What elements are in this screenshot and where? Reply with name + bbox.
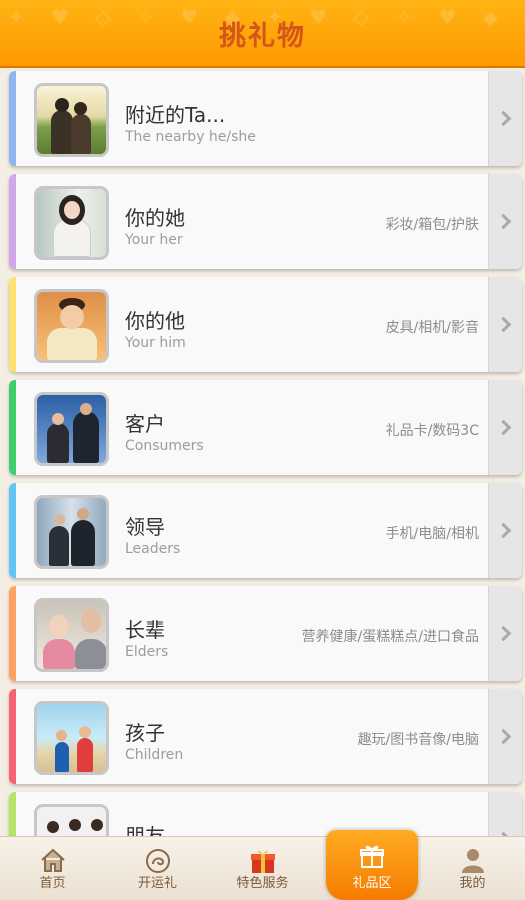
nav-special[interactable]: 特色服务 <box>210 837 315 900</box>
gift-icon <box>360 845 384 868</box>
row-arrow-button[interactable] <box>488 71 522 166</box>
nearby-thumbnail <box>34 83 109 157</box>
list-item[interactable]: 领导 Leaders 手机/电脑/相机 <box>0 482 525 585</box>
category-tags: 趣玩/图书音像/电脑 <box>357 732 479 748</box>
row-arrow-button[interactable] <box>488 174 522 269</box>
accent-bar <box>9 71 16 166</box>
nav-fortune[interactable]: 开运礼 <box>105 837 210 900</box>
category-subtitle: Your her <box>125 232 183 248</box>
category-subtitle: Consumers <box>125 438 204 454</box>
category-title: 孩子 <box>125 721 165 745</box>
chevron-right-icon <box>495 316 512 333</box>
category-list: 附近的Ta... The nearby he/she 你的她 Your her … <box>0 70 525 894</box>
him-thumbnail <box>34 289 109 363</box>
children-thumbnail <box>34 701 109 775</box>
chevron-right-icon <box>495 213 512 230</box>
category-subtitle: Your him <box>125 335 186 351</box>
nav-gift-label: 礼品区 <box>352 876 392 891</box>
chevron-right-icon <box>495 110 512 127</box>
category-card-consumers[interactable]: 客户 Consumers 礼品卡/数码3C <box>9 380 522 475</box>
fortune-icon <box>145 849 170 873</box>
list-item[interactable]: 你的他 Your him 皮具/相机/影音 <box>0 276 525 379</box>
nav-home-label: 首页 <box>39 876 66 891</box>
category-title: 你的他 <box>125 309 185 333</box>
nav-home[interactable]: 首页 <box>0 837 105 900</box>
accent-bar <box>9 689 16 784</box>
consumers-thumbnail <box>34 392 109 466</box>
nav-gift-zone[interactable]: 礼品区 <box>326 830 418 900</box>
category-title: 客户 <box>125 412 165 436</box>
row-arrow-button[interactable] <box>488 586 522 681</box>
category-title: 长辈 <box>125 618 165 642</box>
category-card-leaders[interactable]: 领导 Leaders 手机/电脑/相机 <box>9 483 522 578</box>
category-subtitle: Leaders <box>125 541 181 557</box>
list-item[interactable]: 孩子 Children 趣玩/图书音像/电脑 <box>0 688 525 791</box>
row-arrow-button[interactable] <box>488 277 522 372</box>
category-subtitle: Children <box>125 747 184 763</box>
elders-thumbnail <box>34 598 109 672</box>
row-arrow-button[interactable] <box>488 483 522 578</box>
category-subtitle: Elders <box>125 644 169 660</box>
category-card-children[interactable]: 孩子 Children 趣玩/图书音像/电脑 <box>9 689 522 784</box>
accent-bar <box>9 483 16 578</box>
page-title: 挑礼物 <box>219 20 306 52</box>
category-tags: 皮具/相机/影音 <box>385 320 479 336</box>
accent-bar <box>9 174 16 269</box>
list-item[interactable]: 你的她 Your her 彩妆/箱包/护肤 <box>0 173 525 276</box>
accent-bar <box>9 277 16 372</box>
accent-bar <box>9 380 16 475</box>
gift-box-icon <box>250 850 275 873</box>
category-card-her[interactable]: 你的她 Your her 彩妆/箱包/护肤 <box>9 174 522 269</box>
category-title: 领导 <box>125 515 165 539</box>
category-title: 附近的Ta... <box>125 103 226 127</box>
category-tags: 手机/电脑/相机 <box>385 526 479 542</box>
category-tags: 彩妆/箱包/护肤 <box>385 217 479 233</box>
person-icon <box>461 849 484 873</box>
chevron-right-icon <box>495 728 512 745</box>
category-tags: 礼品卡/数码3C <box>385 423 479 439</box>
bottom-nav: 首页 开运礼 特色服务 我的 礼品区 <box>0 830 525 900</box>
category-card-elders[interactable]: 长辈 Elders 营养健康/蛋糕糕点/进口食品 <box>9 586 522 681</box>
house-icon <box>40 848 65 872</box>
list-item[interactable]: 附近的Ta... The nearby he/she <box>0 70 525 173</box>
row-arrow-button[interactable] <box>488 380 522 475</box>
category-subtitle: The nearby he/she <box>125 129 256 145</box>
her-thumbnail <box>34 186 109 260</box>
header-bar: ✦ ♥ ◇ ✧ ♥ ◆ ✦ ♥ ◇ ✧ ♥ ◆ ✦ ♥ ◇ 挑礼物 <box>0 0 525 68</box>
category-title: 你的她 <box>125 206 185 230</box>
chevron-right-icon <box>495 625 512 642</box>
accent-bar <box>9 586 16 681</box>
nav-mine[interactable]: 我的 <box>420 837 525 900</box>
list-item[interactable]: 长辈 Elders 营养健康/蛋糕糕点/进口食品 <box>0 585 525 688</box>
category-tags: 营养健康/蛋糕糕点/进口食品 <box>301 629 479 645</box>
app-root: ✦ ♥ ◇ ✧ ♥ ◆ ✦ ♥ ◇ ✧ ♥ ◆ ✦ ♥ ◇ 挑礼物 附近的Ta.… <box>0 0 525 900</box>
list-item[interactable]: 客户 Consumers 礼品卡/数码3C <box>0 379 525 482</box>
chevron-right-icon <box>495 522 512 539</box>
leaders-thumbnail <box>34 495 109 569</box>
category-card-nearby[interactable]: 附近的Ta... The nearby he/she <box>9 71 522 166</box>
row-arrow-button[interactable] <box>488 689 522 784</box>
category-card-him[interactable]: 你的他 Your him 皮具/相机/影音 <box>9 277 522 372</box>
chevron-right-icon <box>495 419 512 436</box>
